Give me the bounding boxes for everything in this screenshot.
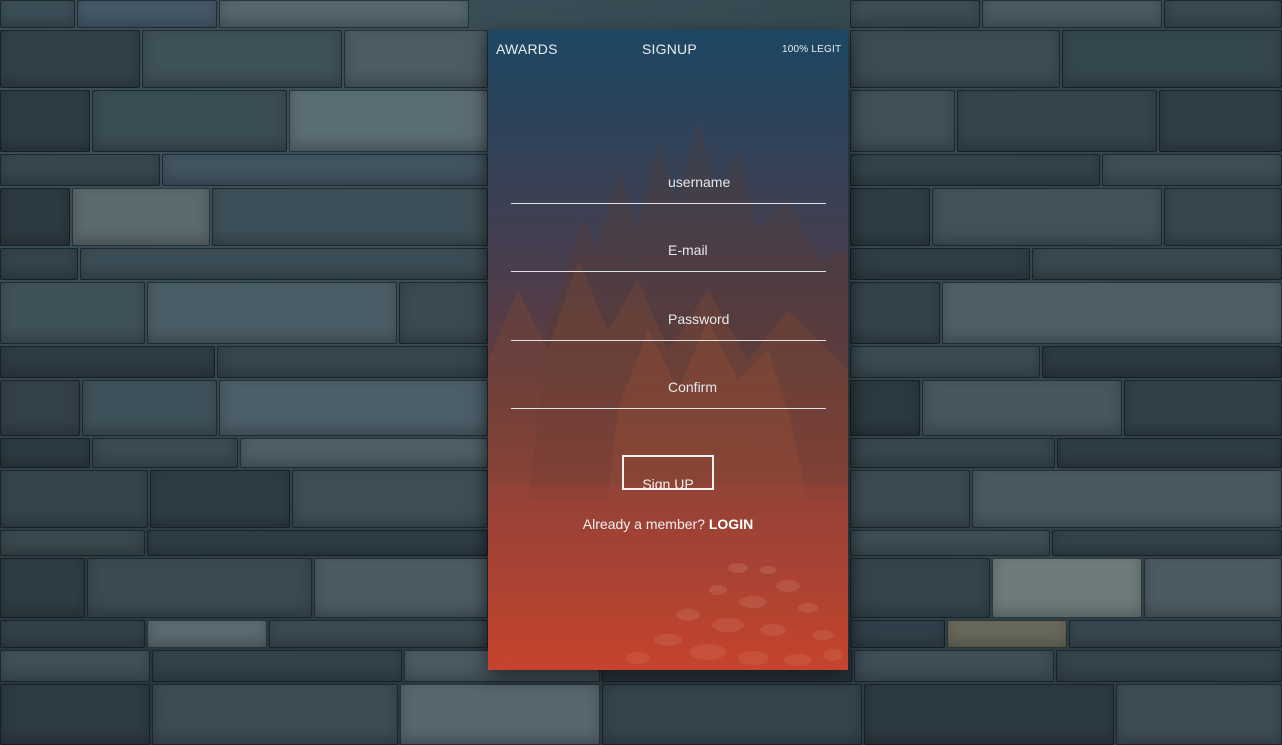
confirm-field-container (511, 368, 826, 409)
confirm-password-input[interactable] (511, 368, 826, 406)
email-input[interactable] (511, 231, 826, 269)
username-field-container (511, 163, 826, 204)
forest-lake-background-image (488, 30, 848, 670)
password-field-container (511, 300, 826, 341)
nav-legit-badge: 100% LEGIT (782, 44, 842, 55)
password-input[interactable] (511, 300, 826, 338)
nav-signup-link[interactable]: SIGNUP (642, 41, 697, 57)
login-link[interactable]: LOGIN (709, 516, 753, 532)
nav-awards-link[interactable]: AWARDS (496, 41, 558, 57)
already-member-text: Already a member? (582, 516, 709, 532)
signup-card: AWARDS SIGNUP 100% LEGIT Sign UP Already… (488, 30, 848, 670)
sign-up-button[interactable]: Sign UP (622, 455, 714, 490)
username-input[interactable] (511, 163, 826, 201)
email-field-container (511, 231, 826, 272)
top-nav: AWARDS SIGNUP 100% LEGIT (488, 30, 848, 70)
login-prompt: Already a member? LOGIN (488, 516, 848, 532)
